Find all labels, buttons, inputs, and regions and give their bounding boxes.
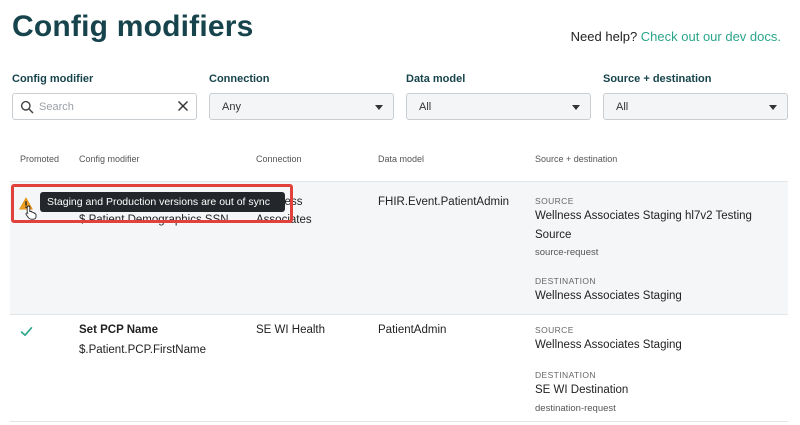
highlight-frame: [11, 184, 293, 223]
data-model-value: FHIR.Event.PatientAdmin: [378, 196, 510, 208]
source-label: SOURCE: [535, 325, 574, 335]
destination-name: Wellness Associates Staging: [535, 290, 682, 302]
data-model-filter-label: Data model: [406, 73, 466, 85]
chevron-down-icon: [375, 105, 383, 110]
destination-request-type: destination-request: [535, 403, 616, 414]
data-model-select-value: All: [419, 101, 432, 113]
column-header-data-model[interactable]: Data model: [378, 154, 424, 164]
search-field: [12, 93, 197, 120]
close-icon[interactable]: [177, 100, 189, 112]
source-destination-select-value: All: [616, 101, 629, 113]
search-input[interactable]: [39, 98, 179, 115]
connection-select[interactable]: Any: [209, 93, 394, 120]
connection-name-line1: SE WI Health: [256, 324, 326, 336]
source-destination-filter-label: Source + destination: [603, 73, 712, 85]
column-header-source-destination[interactable]: Source + destination: [535, 154, 617, 164]
help-prefix: Need help?: [570, 29, 638, 44]
page-title: Config modifiers: [12, 10, 254, 43]
config-modifier-path: $.Patient.PCP.FirstName: [79, 344, 206, 356]
column-header-connection[interactable]: Connection: [256, 154, 302, 164]
column-header-promoted[interactable]: Promoted: [20, 154, 59, 164]
destination-label: DESTINATION: [535, 370, 596, 380]
config-modifier-name[interactable]: Set PCP Name: [79, 324, 158, 336]
table-divider: [10, 421, 788, 422]
chevron-down-icon: [769, 105, 777, 110]
source-name-line2: Source: [535, 229, 572, 241]
destination-label: DESTINATION: [535, 276, 596, 286]
connection-filter-label: Connection: [209, 73, 270, 85]
config-modifier-filter-label: Config modifier: [12, 73, 94, 85]
dev-docs-link[interactable]: Check out our dev docs.: [641, 29, 781, 44]
source-label: SOURCE: [535, 196, 574, 206]
column-header-config-modifier[interactable]: Config modifier: [79, 154, 140, 164]
destination-name: SE WI Destination: [535, 384, 629, 396]
source-destination-select[interactable]: All: [603, 93, 788, 120]
data-model-select[interactable]: All: [406, 93, 591, 120]
check-icon: [20, 326, 33, 336]
data-model-value: PatientAdmin: [378, 324, 447, 336]
source-name-line1: Wellness Associates Staging hl7v2 Testin…: [535, 210, 752, 222]
search-icon: [20, 100, 34, 114]
connection-select-value: Any: [222, 101, 241, 113]
source-request-type: source-request: [535, 247, 599, 258]
chevron-down-icon: [572, 105, 580, 110]
help-text: Need help? Check out our dev docs.: [571, 29, 781, 44]
table-divider: [10, 314, 788, 315]
source-name-line1: Wellness Associates Staging: [535, 339, 682, 351]
